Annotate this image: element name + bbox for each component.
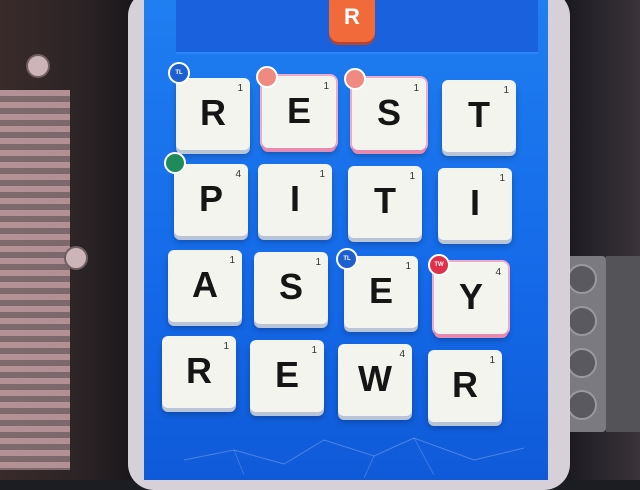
letter-tile[interactable]: T 1 bbox=[442, 80, 516, 152]
triple-letter-badge: TL bbox=[336, 248, 358, 270]
letter-tile[interactable]: R 1 bbox=[428, 350, 502, 422]
tile-letter: S bbox=[278, 266, 303, 307]
tile-score: 1 bbox=[413, 83, 419, 94]
letter-tile[interactable]: R 1 bbox=[162, 336, 236, 408]
bonus-badge bbox=[164, 152, 186, 174]
triple-letter-badge: TL bbox=[168, 62, 190, 84]
tile-letter: E bbox=[286, 90, 311, 131]
peg-decoration bbox=[26, 54, 50, 78]
tile-letter: R bbox=[452, 364, 478, 405]
letter-tile[interactable]: S 1 bbox=[254, 252, 328, 324]
letter-tile[interactable]: E 1 bbox=[250, 340, 324, 412]
letter-tile[interactable]: T 1 bbox=[348, 166, 422, 238]
tile-score: 1 bbox=[503, 85, 509, 96]
modifier-label: TW bbox=[434, 262, 444, 268]
tile-letter: W bbox=[358, 358, 392, 399]
letter-tile[interactable]: I 1 bbox=[258, 164, 332, 236]
tile-score: 4 bbox=[495, 267, 501, 278]
letter-tile[interactable]: A 1 bbox=[168, 250, 242, 322]
tile-score: 4 bbox=[235, 169, 241, 180]
lego-stud bbox=[567, 348, 597, 378]
letter-tile[interactable]: W 4 bbox=[338, 344, 412, 416]
tile-score: 1 bbox=[409, 171, 415, 182]
tile-score: 1 bbox=[323, 81, 329, 92]
tile-letter: Y bbox=[458, 276, 483, 317]
triple-word-badge: TW bbox=[428, 254, 450, 276]
lego-stud bbox=[567, 306, 597, 336]
target-letter-badge: R bbox=[329, 0, 375, 42]
lego-edge-decoration bbox=[606, 256, 640, 432]
letter-tile[interactable]: I 1 bbox=[438, 168, 512, 240]
tile-score: 1 bbox=[405, 261, 411, 272]
tile-score: 1 bbox=[237, 83, 243, 94]
letter-tile[interactable]: E 1 bbox=[344, 256, 418, 328]
tile-score: 1 bbox=[319, 169, 325, 180]
letter-tile[interactable]: E 1 bbox=[262, 76, 336, 148]
letter-tile[interactable]: P 4 bbox=[174, 164, 248, 236]
game-screen: R R 1 E 1 S 1 T 1 P 4 I 1 T 1 I 1 A 1 S … bbox=[144, 0, 548, 480]
modifier-label: TL bbox=[343, 256, 351, 262]
tile-score: 4 bbox=[399, 349, 405, 360]
target-letter: R bbox=[344, 4, 360, 29]
screen-crack-decoration bbox=[183, 437, 525, 479]
tile-letter: E bbox=[368, 270, 393, 311]
tile-score: 1 bbox=[489, 355, 495, 366]
tile-score: 1 bbox=[311, 345, 317, 356]
tile-score: 1 bbox=[499, 173, 505, 184]
heatsink-decoration bbox=[0, 90, 70, 470]
letter-tile[interactable]: S 1 bbox=[352, 78, 426, 150]
tile-score: 1 bbox=[223, 341, 229, 352]
tile-letter: E bbox=[274, 354, 299, 395]
tile-letter: I bbox=[289, 178, 300, 219]
tile-letter: T bbox=[374, 180, 396, 221]
tile-letter: S bbox=[376, 92, 401, 133]
tile-letter: R bbox=[186, 350, 212, 391]
lego-stud bbox=[567, 390, 597, 420]
tile-score: 1 bbox=[315, 257, 321, 268]
tile-letter: T bbox=[468, 94, 490, 135]
lego-stud bbox=[567, 264, 597, 294]
bonus-badge bbox=[256, 66, 278, 88]
tile-letter: A bbox=[192, 264, 218, 305]
tile-letter: I bbox=[469, 182, 480, 223]
bonus-badge bbox=[344, 68, 366, 90]
peg-decoration bbox=[64, 246, 88, 270]
letter-tile[interactable]: R 1 bbox=[176, 78, 250, 150]
modifier-label: TL bbox=[175, 70, 183, 76]
tile-letter: P bbox=[198, 178, 223, 219]
tile-letter: R bbox=[200, 92, 226, 133]
tile-score: 1 bbox=[229, 255, 235, 266]
